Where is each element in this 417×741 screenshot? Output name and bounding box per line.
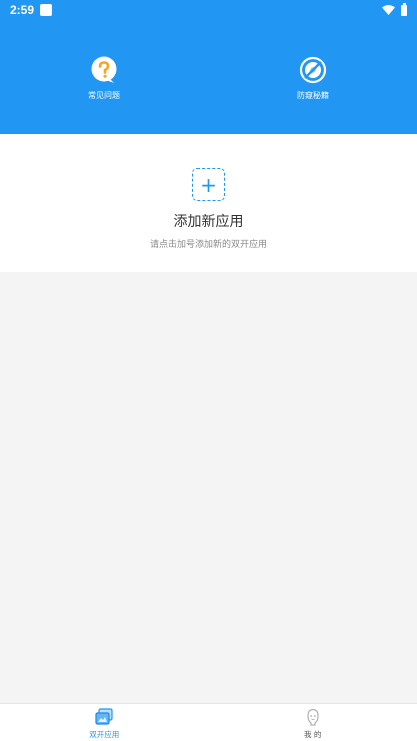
nav-profile-label: 我 的 [304, 730, 322, 739]
battery-icon [401, 2, 407, 16]
add-app-title: 添加新应用 [173, 214, 244, 230]
status-time: 2:59 [10, 3, 35, 17]
faq-button[interactable]: 常见问题 [64, 56, 144, 101]
anti-peek-tips-label: 防窥秘籍 [297, 91, 329, 100]
status-icons [382, 2, 407, 16]
profile-face-icon [307, 708, 319, 726]
compass-no-spy-icon [299, 56, 327, 84]
nav-dual-apps[interactable]: 双开应用 [0, 704, 209, 741]
wifi-icon [382, 5, 395, 15]
add-app-card: + 添加新应用 请点击加号添加新的双开应用 [0, 134, 417, 272]
dual-apps-icon [95, 708, 113, 725]
app-header: 2:59 常见问题 防窥秘籍 [0, 0, 417, 134]
anti-peek-tips-button[interactable]: 防窥秘籍 [273, 56, 353, 101]
faq-label: 常见问题 [88, 91, 120, 100]
question-bubble-icon [91, 56, 117, 83]
bottom-nav: 双开应用 我 的 [0, 703, 417, 741]
notification-icon [40, 4, 53, 16]
add-app-hint: 请点击加号添加新的双开应用 [149, 240, 267, 250]
nav-dual-apps-label: 双开应用 [89, 730, 120, 739]
nav-profile[interactable]: 我 的 [209, 704, 417, 741]
status-bar: 2:59 [0, 0, 417, 20]
add-app-button[interactable]: + [192, 168, 225, 201]
